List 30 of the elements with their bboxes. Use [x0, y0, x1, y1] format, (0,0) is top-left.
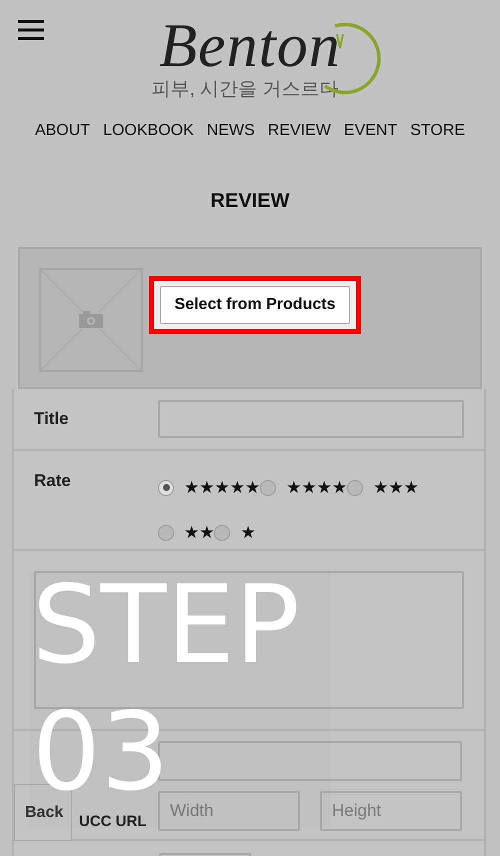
title-input[interactable]: [158, 400, 464, 438]
page-title: REVIEW: [210, 190, 290, 213]
content-textarea[interactable]: [34, 571, 464, 709]
height-input[interactable]: Height: [320, 791, 462, 831]
nav-link[interactable]: ABOUT: [34, 122, 90, 140]
rating-option: ★★: [184, 522, 214, 542]
nav-link[interactable]: NEWS: [206, 122, 255, 140]
radio-button[interactable]: [260, 480, 276, 496]
field-label: Title: [34, 409, 70, 429]
radio-button[interactable]: [158, 480, 174, 496]
rating-option: ★: [240, 522, 256, 542]
nav-link[interactable]: STORE: [410, 122, 466, 140]
nav-link[interactable]: EVENT: [344, 122, 398, 140]
image-placeholder-icon: [39, 268, 143, 372]
select-products-button[interactable]: Select from Products: [160, 286, 350, 324]
rating-option: ★★★: [373, 478, 419, 498]
rating-option: ★★★★: [286, 478, 348, 498]
field-label: Rate: [34, 471, 72, 492]
menu-icon[interactable]: [18, 20, 44, 40]
radio-button[interactable]: [347, 480, 364, 496]
field-label: UCC URL: [78, 813, 148, 831]
nav-link[interactable]: REVIEW: [268, 122, 331, 140]
brand-logo[interactable]: Benton: [159, 14, 341, 78]
nav-link[interactable]: LOOKBOOK: [103, 122, 194, 140]
rating-option: ★★★★★: [184, 478, 260, 498]
radio-button[interactable]: [214, 524, 230, 540]
radio-button[interactable]: [158, 524, 174, 540]
brand-tagline: 피부, 시간을 거스르다: [152, 78, 338, 102]
width-input[interactable]: Width: [158, 791, 300, 831]
step-caption: STEP: [32, 572, 300, 680]
